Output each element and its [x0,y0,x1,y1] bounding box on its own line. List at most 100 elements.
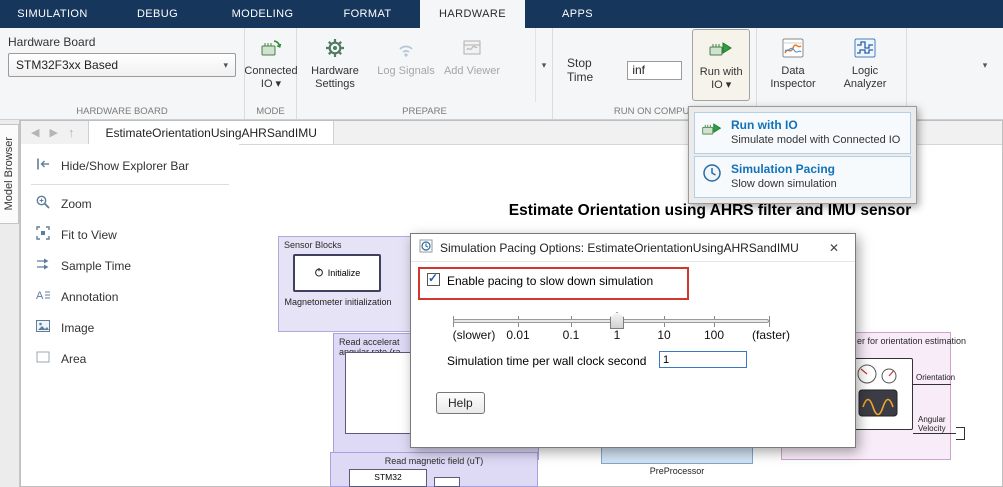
stm32-block[interactable]: STM32 [349,469,427,487]
annotation-icon: A [35,287,51,306]
slider-label: (slower) [453,328,496,342]
section-caption: MODE [245,106,296,117]
data-inspector-icon [781,34,805,62]
hardware-board-value: STM32F3xx Based [16,58,118,72]
palette-label: Area [61,352,86,366]
slider-thumb[interactable] [610,312,624,329]
gear-icon [323,34,347,62]
help-button[interactable]: Help [436,392,485,414]
tab-modeling[interactable]: MODELING [210,0,315,28]
palette-item-annotation[interactable]: A Annotation [21,281,239,312]
chevron-down-icon: ▾ [983,60,988,71]
outport-icon[interactable] [956,427,965,440]
palette-item-explorer-bar[interactable]: Hide/Show Explorer Bar [21,150,239,181]
log-signals-button[interactable]: Log Signals [373,28,439,102]
menu-item-title: Run with IO [731,118,900,133]
model-browser-label: Model Browser [3,137,15,210]
connected-io-icon [258,34,284,62]
fit-to-view-icon [35,225,51,244]
tab-debug[interactable]: DEBUG [105,0,210,28]
small-block[interactable] [434,477,460,487]
image-icon [35,318,51,337]
tab-format[interactable]: FORMAT [315,0,420,28]
section-prepare: Hardware Settings Log Signals [297,28,553,119]
hardware-settings-label-2: Settings [315,78,355,90]
tab-simulation[interactable]: SIMULATION [0,0,105,28]
stop-time-input[interactable] [627,61,682,80]
forward-icon[interactable]: ▶ [49,126,57,139]
tab-hardware[interactable]: HARDWARE [420,0,525,28]
add-viewer-label-1: Add [444,65,464,77]
palette-label: Sample Time [61,259,131,273]
clock-pacing-icon [701,162,723,189]
sample-time-icon [35,256,51,275]
menu-item-simulation-pacing[interactable]: Simulation Pacing Slow down simulation [694,156,911,198]
slider-label: 0.01 [506,328,529,342]
palette-label: Image [61,321,94,335]
palette-item-image[interactable]: Image [21,312,239,343]
run-with-io-icon [708,35,734,63]
run-with-io-menu: Run with IO Simulate model with Connecte… [688,106,917,204]
read-accel-label-1: Read accelerat [339,337,400,347]
slider-label: 100 [704,328,724,342]
sim-time-input[interactable] [659,351,747,368]
svg-text:A: A [36,290,44,302]
connected-io-button[interactable]: Connected IO ▾ [245,28,297,102]
run-with-io-button[interactable]: Run with IO ▾ [692,29,750,101]
logic-analyzer-icon [853,34,877,62]
palette-label: Fit to View [61,228,117,242]
palette-item-area[interactable]: Area [21,343,239,374]
document-tab-label: EstimateOrientationUsingAHRSandIMU [105,126,316,140]
chevron-down-icon: ▾ [542,60,547,71]
section-caption: PREPARE [297,106,552,117]
document-tab[interactable]: EstimateOrientationUsingAHRSandIMU [88,121,333,144]
up-to-parent-icon[interactable]: ↑ [68,125,75,140]
read-mag-label: Read magnetic field (uT) [385,456,484,466]
section-mode: Connected IO ▾ MODE [245,28,297,119]
simulation-pacing-dialog: Simulation Pacing Options: EstimateOrien… [410,233,856,448]
area-icon [35,349,51,368]
slider-label: 0.1 [563,328,580,342]
log-signals-label-2: Signals [399,65,435,77]
add-viewer-button[interactable]: Add Viewer [439,28,505,102]
stm32-label: STM32 [374,472,401,482]
connected-io-label-1: Connected [244,65,297,77]
hardware-settings-button[interactable]: Hardware Settings [297,28,373,102]
logic-analyzer-button[interactable]: Logic Analyzer [829,28,901,102]
signal-line [913,384,951,385]
signal-line [913,433,956,434]
explorer-bar-icon [35,156,51,175]
ribbon-overflow-button[interactable]: ▾ [975,54,995,76]
angular-velocity-port-label: Angular Velocity [918,415,946,433]
add-viewer-label-2: Viewer [467,65,500,77]
hardware-board-select[interactable]: STM32F3xx Based ▾ [8,53,236,77]
data-inspector-button[interactable]: Data Inspector [757,28,829,102]
pacing-dialog-icon [419,239,433,256]
model-browser-tab[interactable]: Model Browser [0,124,19,224]
check-icon: ✓ [428,271,438,285]
sensor-blocks-label: Sensor Blocks [284,240,342,250]
palette-item-fit-to-view[interactable]: Fit to View [21,219,239,250]
prepare-gallery-expand-button[interactable]: ▾ [535,28,552,102]
slider-label: 10 [657,328,670,342]
palette-label: Hide/Show Explorer Bar [61,159,189,173]
enable-pacing-checkbox[interactable]: ✓ [427,273,440,286]
palette-item-zoom[interactable]: Zoom [21,188,239,219]
sim-time-label: Simulation time per wall clock second [447,354,646,368]
ribbon-tab-bar: SIMULATION DEBUG MODELING FORMAT HARDWAR… [0,0,1003,28]
palette-item-sample-time[interactable]: Sample Time [21,250,239,281]
initialize-block[interactable]: Initialize [293,254,381,292]
orientation-port-label: Orientation [916,373,955,382]
enable-pacing-label: Enable pacing to slow down simulation [447,274,653,288]
menu-item-run-with-io[interactable]: Run with IO Simulate model with Connecte… [694,112,911,154]
tab-apps[interactable]: APPS [525,0,630,28]
connected-io-label-2: IO ▾ [261,78,281,90]
logic-analyzer-label-1: Logic [852,65,878,77]
preprocessor-label: PreProcessor [601,466,753,476]
data-inspector-label-1: Data [781,65,804,77]
palette-label: Zoom [61,197,92,211]
back-icon[interactable]: ◀ [31,126,39,139]
add-viewer-icon [461,34,483,62]
menu-item-subtitle: Slow down simulation [731,177,837,192]
close-icon[interactable]: ✕ [821,241,847,255]
